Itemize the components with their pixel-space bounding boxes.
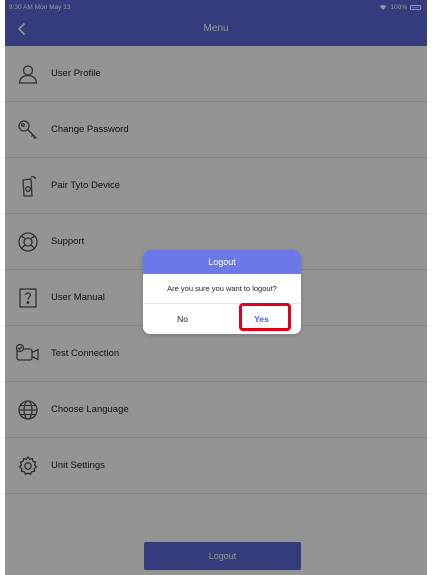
dialog-title: Logout — [143, 250, 301, 274]
yes-button[interactable]: Yes — [222, 304, 301, 334]
dialog-actions: No Yes — [143, 304, 301, 334]
dialog-message: Are you sure you want to logout? — [143, 274, 301, 304]
no-button[interactable]: No — [143, 304, 222, 334]
app-frame: 9:30 AM Mon May 13 100% Menu User Profil… — [5, 0, 427, 575]
logout-dialog: Logout Are you sure you want to logout? … — [143, 250, 301, 334]
